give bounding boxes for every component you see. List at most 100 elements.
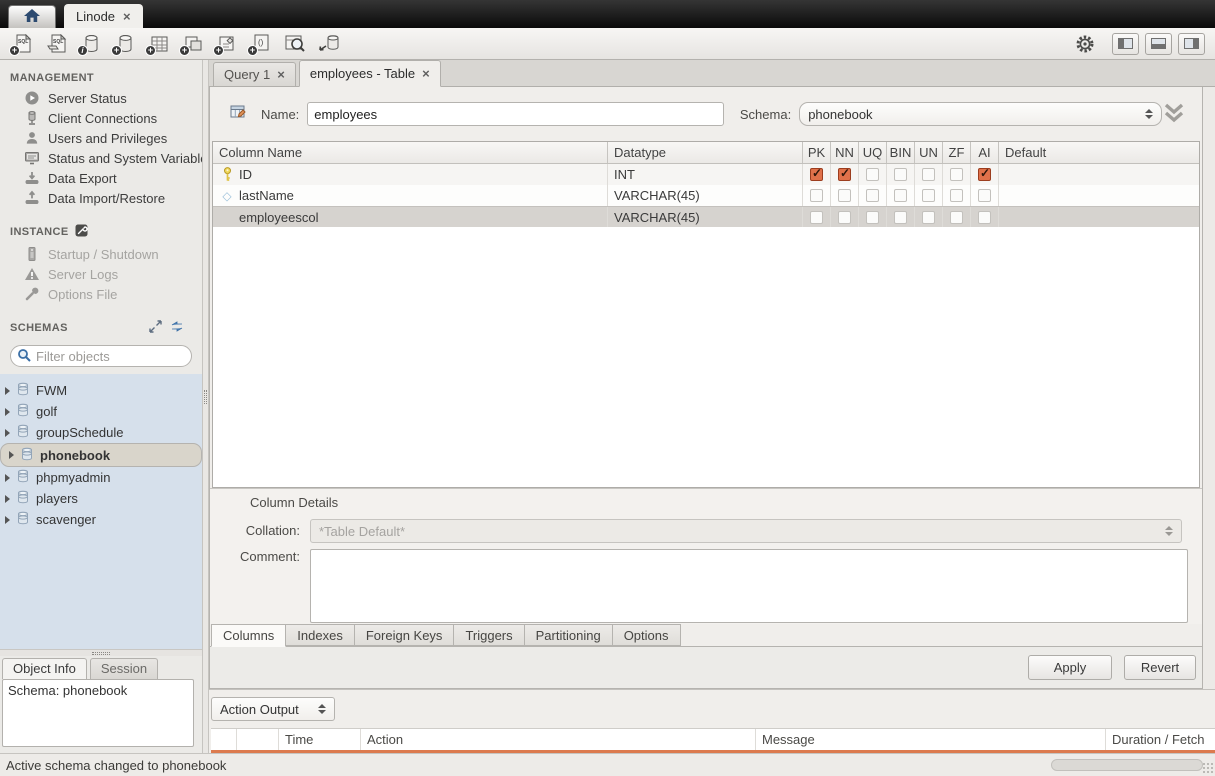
nn-checkbox[interactable] (838, 211, 851, 224)
col-header-bin[interactable]: BIN (887, 142, 915, 163)
tab-partitioning[interactable]: Partitioning (525, 624, 613, 646)
un-checkbox[interactable] (922, 211, 935, 224)
expander-icon[interactable] (5, 516, 10, 524)
revert-button[interactable]: Revert (1124, 655, 1196, 680)
column-row-employeescol[interactable]: employeescol VARCHAR(45) (213, 206, 1199, 227)
col-header-uq[interactable]: UQ (859, 142, 887, 163)
toggle-left-sidebar-button[interactable] (1112, 33, 1139, 55)
schema-row-scavenger[interactable]: scavenger (0, 509, 202, 530)
sidebar-item-data-export[interactable]: Data Export (0, 168, 202, 188)
output-col-time[interactable]: Time (279, 729, 361, 750)
zf-checkbox[interactable] (950, 211, 963, 224)
ai-checkbox[interactable] (978, 189, 991, 202)
expander-icon[interactable] (5, 474, 10, 482)
sidebar-item-users-privileges[interactable]: Users and Privileges (0, 128, 202, 148)
search-table-data-button[interactable] (282, 32, 308, 56)
create-procedure-button[interactable] (214, 32, 240, 56)
create-function-button[interactable]: () (248, 32, 274, 56)
output-type-select[interactable]: Action Output (211, 697, 335, 721)
zf-checkbox[interactable] (950, 189, 963, 202)
comment-textarea[interactable] (310, 549, 1188, 623)
sidebar-item-options-file[interactable]: Options File (0, 284, 202, 304)
col-header-pk[interactable]: PK (803, 142, 831, 163)
close-icon[interactable]: × (123, 10, 131, 23)
un-checkbox[interactable] (922, 189, 935, 202)
tab-columns[interactable]: Columns (211, 624, 286, 647)
col-header-un[interactable]: UN (915, 142, 943, 163)
new-query-tab-button[interactable]: SQL (10, 32, 36, 56)
nn-checkbox[interactable] (838, 189, 851, 202)
bin-checkbox[interactable] (894, 168, 907, 181)
schema-row-fwm[interactable]: FWM (0, 380, 202, 401)
sidebar-item-client-connections[interactable]: Client Connections (0, 108, 202, 128)
tab-indexes[interactable]: Indexes (286, 624, 355, 646)
reconnect-dbms-button[interactable] (316, 32, 342, 56)
tab-session[interactable]: Session (90, 658, 158, 679)
default-cell[interactable] (999, 185, 1199, 206)
preferences-button[interactable] (1072, 32, 1098, 56)
uq-checkbox[interactable] (866, 211, 879, 224)
tab-options[interactable]: Options (613, 624, 681, 646)
pk-checkbox[interactable] (810, 168, 823, 181)
default-cell[interactable] (999, 164, 1199, 185)
tab-query-1[interactable]: Query 1 × (213, 62, 296, 86)
sidebar-item-server-status[interactable]: Server Status (0, 88, 202, 108)
schema-row-players[interactable]: players (0, 488, 202, 509)
expander-icon[interactable] (5, 408, 10, 416)
expander-icon[interactable] (9, 451, 14, 459)
expander-icon[interactable] (5, 429, 10, 437)
refresh-schemas-icon[interactable] (170, 320, 184, 336)
apply-button[interactable]: Apply (1028, 655, 1112, 680)
uq-checkbox[interactable] (866, 168, 879, 181)
output-col-action[interactable]: Action (361, 729, 756, 750)
bin-checkbox[interactable] (894, 211, 907, 224)
column-row-id[interactable]: ID INT (213, 164, 1199, 185)
sidebar-horizontal-splitter[interactable] (0, 649, 202, 656)
ai-checkbox[interactable] (978, 168, 991, 181)
bin-checkbox[interactable] (894, 189, 907, 202)
grid-empty-area[interactable] (213, 227, 1199, 487)
output-hscrollbar-thumb[interactable] (1051, 759, 1203, 771)
column-row-lastname[interactable]: lastName VARCHAR(45) (213, 185, 1199, 206)
schema-row-phpmyadmin[interactable]: phpmyadmin (0, 467, 202, 488)
tab-employees-table[interactable]: employees - Table × (299, 60, 441, 87)
col-header-zf[interactable]: ZF (943, 142, 971, 163)
sidebar-item-server-logs[interactable]: Server Logs (0, 264, 202, 284)
pk-checkbox[interactable] (810, 211, 823, 224)
main-vertical-splitter[interactable] (202, 60, 209, 753)
expander-icon[interactable] (5, 387, 10, 395)
collation-select[interactable]: *Table Default* (310, 519, 1182, 543)
close-icon[interactable]: × (422, 67, 430, 80)
schema-filter-input[interactable] (36, 349, 212, 364)
col-header-ai[interactable]: AI (971, 142, 999, 163)
tab-triggers[interactable]: Triggers (454, 624, 524, 646)
col-header-datatype[interactable]: Datatype (608, 142, 803, 163)
expand-header-chevron-icon[interactable] (1162, 103, 1186, 126)
create-table-button[interactable] (146, 32, 172, 56)
col-header-default[interactable]: Default (999, 142, 1199, 163)
tab-foreign-keys[interactable]: Foreign Keys (355, 624, 455, 646)
col-header-nn[interactable]: NN (831, 142, 859, 163)
connection-tab[interactable]: Linode × (64, 4, 143, 28)
output-col-message[interactable]: Message (756, 729, 1106, 750)
sidebar-item-startup-shutdown[interactable]: Startup / Shutdown (0, 244, 202, 264)
table-name-input[interactable] (307, 102, 724, 126)
expand-schemas-icon[interactable] (149, 320, 162, 336)
schema-row-groupschedule[interactable]: groupSchedule (0, 422, 202, 443)
create-view-button[interactable] (180, 32, 206, 56)
ai-checkbox[interactable] (978, 211, 991, 224)
sidebar-item-data-import[interactable]: Data Import/Restore (0, 188, 202, 208)
col-header-name[interactable]: Column Name (213, 142, 608, 163)
open-sql-script-button[interactable]: SQL (44, 32, 70, 56)
schema-select[interactable]: phonebook (799, 102, 1162, 126)
default-cell[interactable] (999, 207, 1199, 227)
output-col-duration[interactable]: Duration / Fetch (1106, 729, 1215, 750)
zf-checkbox[interactable] (950, 168, 963, 181)
toggle-right-sidebar-button[interactable] (1178, 33, 1205, 55)
sidebar-item-status-system-variables[interactable]: Status and System Variables (0, 148, 202, 168)
schema-row-phonebook[interactable]: phonebook (0, 443, 202, 467)
resize-grip[interactable] (1202, 762, 1214, 774)
toggle-output-area-button[interactable] (1145, 33, 1172, 55)
un-checkbox[interactable] (922, 168, 935, 181)
home-tab[interactable] (8, 5, 56, 28)
